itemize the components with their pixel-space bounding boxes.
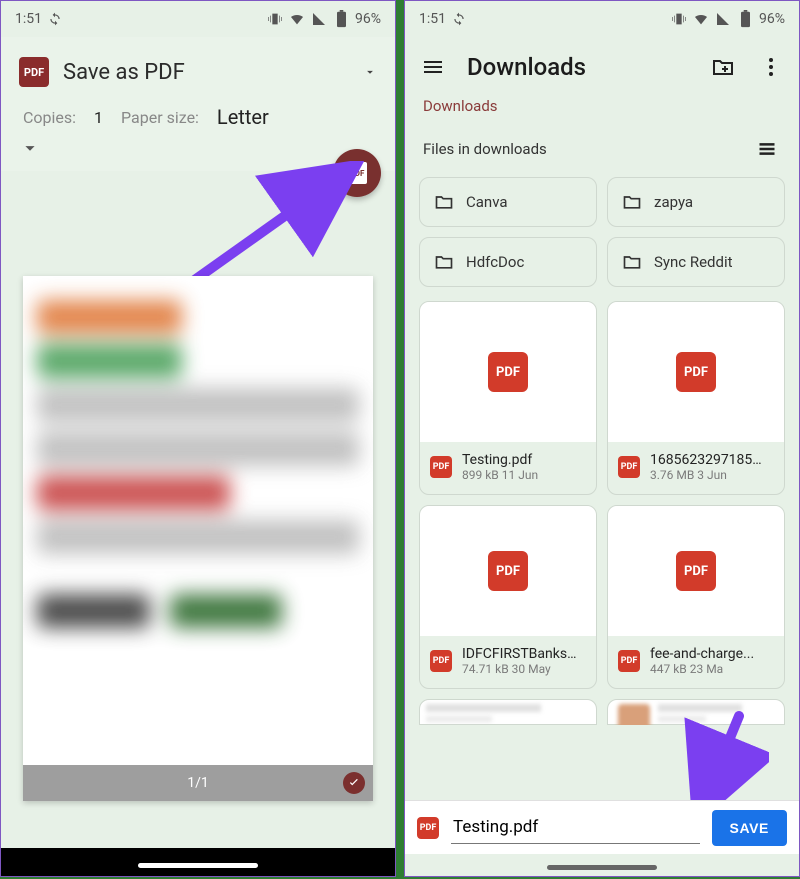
file-grid: PDF PDF Testing.pdf 899 kB 11 Jun PDF PD… [405,287,799,689]
status-bar: 1:51 96% [405,1,799,37]
pdf-icon: PDF [488,551,528,591]
pdf-icon: PDF [676,352,716,392]
file-meta: 74.71 kB 30 May [462,662,577,676]
save-pdf-button[interactable]: PDF [333,149,381,197]
vibrate-icon [267,11,283,27]
hamburger-menu-icon[interactable] [419,53,447,81]
printer-destination[interactable]: Save as PDF [63,60,349,85]
file-item[interactable]: PDF PDF IDFCFIRSTBanks... 74.71 kB 30 Ma… [419,505,597,689]
folder-item[interactable]: Canva [419,177,597,227]
file-meta: 899 kB 11 Jun [462,468,538,482]
system-nav-bar [1,848,395,876]
filename-input[interactable] [451,811,700,844]
app-bar: Downloads [405,37,799,97]
status-bar: 1:51 96% [1,1,395,37]
file-item[interactable]: PDF PDF 1685623297185j... 3.76 MB 3 Jun [607,301,785,495]
pdf-icon: PDF [417,817,439,839]
print-options-header: PDF Save as PDF Copies: 1 Paper size: Le… [1,37,395,171]
pdf-download-icon: PDF [347,162,367,184]
copies-label: Copies: [23,108,76,127]
save-button[interactable]: SAVE [712,810,788,846]
folder-name: HdfcDoc [466,253,524,271]
page-indicator-strip: 1/1 [23,765,373,801]
save-bar: PDF SAVE [405,800,799,854]
signal-icon [715,11,731,27]
sync-icon [48,12,62,26]
gesture-pill[interactable] [547,865,657,870]
pdf-icon: PDF [488,352,528,392]
pdf-app-icon: PDF [19,57,49,87]
folder-icon [622,252,642,272]
file-meta: 3.76 MB 3 Jun [650,468,765,482]
pdf-icon: PDF [618,456,640,478]
wifi-icon [289,11,305,27]
file-grid-overflow [405,689,799,725]
copies-value[interactable]: 1 [94,108,103,127]
file-item[interactable]: PDF PDF fee-and-charge... 447 kB 23 Ma [607,505,785,689]
folder-item[interactable]: Sync Reddit [607,237,785,287]
section-header: Files in downloads [405,127,799,177]
app-title: Downloads [467,53,689,81]
folder-name: Canva [466,193,508,211]
status-battery: 96% [355,11,381,27]
file-thumbnail: PDF [420,506,596,636]
status-time: 1:51 [15,11,42,27]
breadcrumb[interactable]: Downloads [405,97,799,127]
section-label: Files in downloads [423,140,547,158]
status-time: 1:51 [419,11,446,27]
folder-icon [434,252,454,272]
folder-icon [434,192,454,212]
folder-item[interactable]: zapya [607,177,785,227]
folder-icon [622,192,642,212]
screen-file-picker: 1:51 96% Downloads [404,0,800,877]
papersize-value[interactable]: Letter [217,105,269,129]
new-folder-icon[interactable] [709,53,737,81]
file-name: 1685623297185j... [650,452,765,468]
expand-options-icon[interactable] [19,133,377,163]
file-thumbnail: PDF [420,302,596,442]
destination-dropdown-icon[interactable] [363,65,377,79]
folder-name: Sync Reddit [654,253,733,271]
screen-print-preview: 1:51 96% PDF Save as PDF [0,0,396,877]
file-item[interactable]: PDF PDF Testing.pdf 899 kB 11 Jun [419,301,597,495]
papersize-label: Paper size: [121,108,199,127]
file-item[interactable] [607,699,785,725]
wifi-icon [693,11,709,27]
page-selected-check-icon[interactable] [343,772,365,794]
file-name: Testing.pdf [462,452,538,468]
file-thumbnail: PDF [608,302,784,442]
overflow-menu-icon[interactable] [757,53,785,81]
battery-icon [333,11,349,27]
file-item[interactable] [419,699,597,725]
pdf-icon: PDF [430,456,452,478]
vibrate-icon [671,11,687,27]
file-name: IDFCFIRSTBanks... [462,646,577,662]
page-indicator: 1/1 [187,775,209,791]
folder-name: zapya [654,193,693,211]
file-meta: 447 kB 23 Ma [650,662,754,676]
pdf-icon: PDF [430,650,452,672]
preview-content-blurred [37,290,359,753]
page-preview[interactable]: 1/1 [23,276,373,801]
sync-icon [452,12,466,26]
battery-icon [737,11,753,27]
file-name: fee-and-charge... [650,646,754,662]
gesture-pill[interactable] [138,863,258,868]
file-thumbnail: PDF [608,506,784,636]
status-battery: 96% [759,11,785,27]
view-list-icon[interactable] [753,135,781,163]
pdf-icon: PDF [676,551,716,591]
folder-item[interactable]: HdfcDoc [419,237,597,287]
pdf-icon: PDF [618,650,640,672]
signal-icon [311,11,327,27]
folder-grid: Canva zapya HdfcDoc Sync Reddit [405,177,799,287]
